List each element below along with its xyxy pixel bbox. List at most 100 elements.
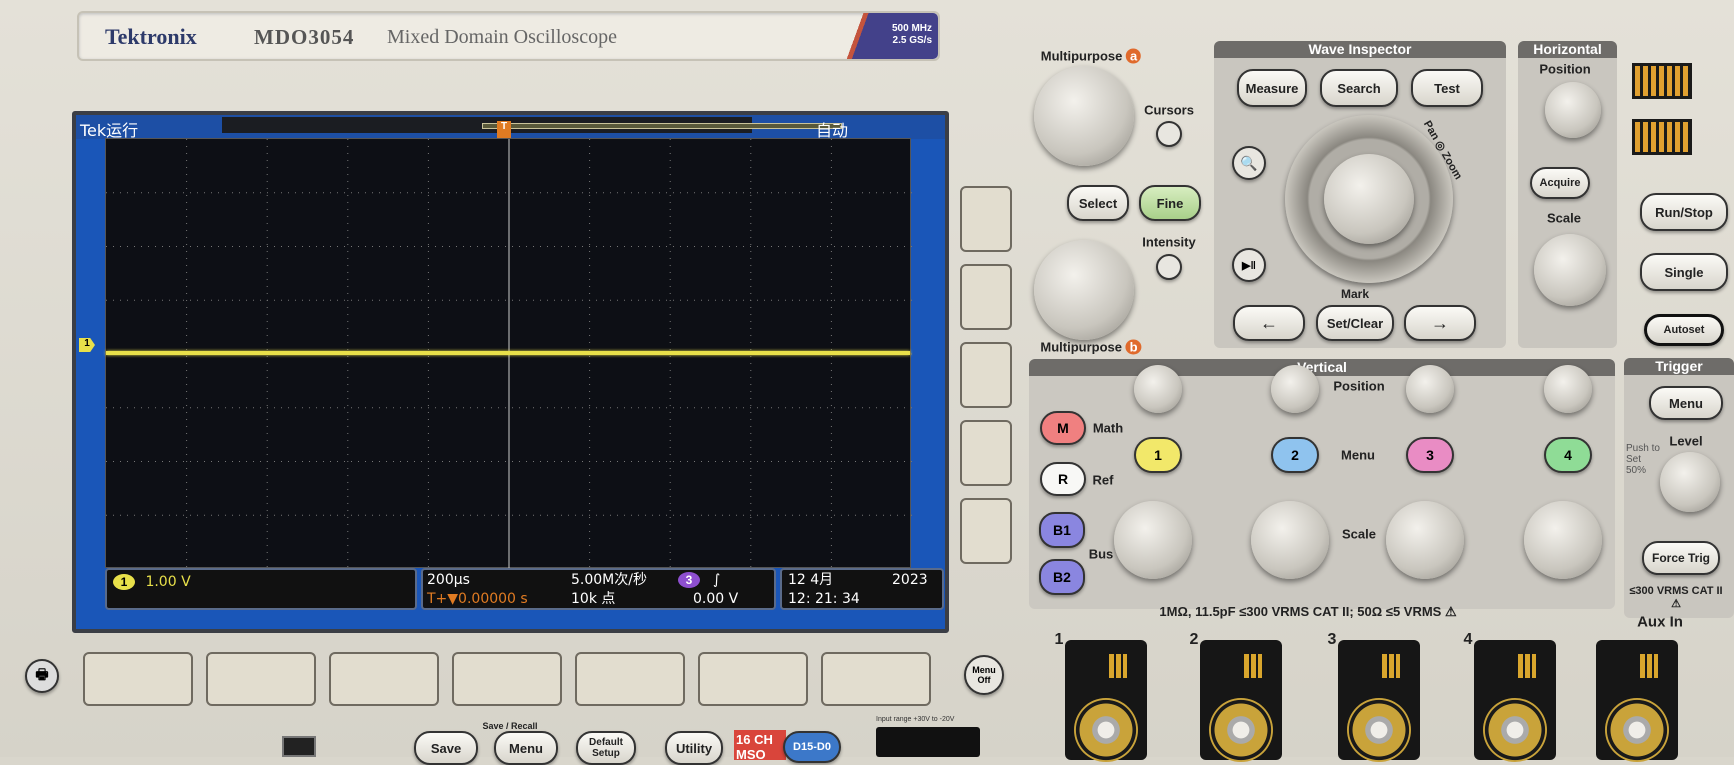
digital-channels-button[interactable]: D15-D0 — [783, 731, 841, 763]
channel-4-scale-knob[interactable] — [1524, 501, 1602, 579]
run-stop-button[interactable]: Run/Stop — [1640, 193, 1728, 231]
channel-1-readout: 1 1.00 V — [105, 568, 417, 610]
save-recall-menu-button[interactable]: Menu — [494, 731, 558, 765]
play-pause-icon[interactable]: ▶‖ — [1232, 248, 1266, 282]
multipurpose-a-knob[interactable] — [1034, 66, 1134, 166]
channel-2-position-knob[interactable] — [1271, 365, 1319, 413]
multipurpose-a-label: Multipurpose a — [1040, 48, 1142, 64]
next-mark-button[interactable]: → — [1404, 305, 1476, 341]
horizontal-position-knob[interactable] — [1545, 82, 1601, 138]
horizontal-scale-knob[interactable] — [1534, 234, 1606, 306]
bottom-menu-button[interactable] — [698, 652, 808, 706]
default-setup-button[interactable]: Default Setup — [576, 731, 636, 765]
trigger-menu-button[interactable]: Menu — [1649, 386, 1723, 420]
record-length: 10k 点 — [571, 591, 616, 607]
vertical-panel: Vertical — [1029, 359, 1615, 609]
channel-4-bnc-connector[interactable] — [1474, 640, 1556, 762]
aux-in-bnc-connector[interactable] — [1596, 640, 1678, 762]
utility-button[interactable]: Utility — [665, 731, 723, 765]
channel-1-scale-knob[interactable] — [1114, 501, 1192, 579]
side-menu-button[interactable] — [960, 420, 1012, 486]
measure-button[interactable]: Measure — [1237, 69, 1307, 107]
bottom-menu-button[interactable] — [83, 652, 193, 706]
autoset-button[interactable]: Autoset — [1644, 314, 1724, 346]
channel-1-badge: 1 — [113, 574, 135, 590]
sample-rate: 5.00M次/秒 — [571, 572, 647, 588]
bottom-menu-button[interactable] — [206, 652, 316, 706]
vertical-menu-label: Menu — [1341, 447, 1375, 463]
multipurpose-a-badge: a — [1126, 48, 1142, 64]
horizontal-title: Horizontal — [1518, 41, 1617, 58]
channel-1-ground-marker: 1 — [79, 338, 95, 352]
multipurpose-b-label: Multipurpose b — [1040, 339, 1142, 355]
intensity-button[interactable] — [1156, 254, 1182, 280]
date-time-readout: 12 4月 2023 12: 21: 34 — [780, 568, 944, 610]
trigger-source-badge: 3 — [678, 572, 700, 588]
horizontal-position-label: Position — [1539, 61, 1591, 77]
menu-off-button[interactable]: Menu Off — [964, 655, 1004, 695]
channel-4-position-knob[interactable] — [1544, 365, 1592, 413]
ref-button[interactable]: R — [1040, 462, 1086, 496]
model-description: Mixed Domain Oscilloscope — [387, 26, 617, 48]
math-button[interactable]: M — [1040, 411, 1086, 445]
bnc-ring — [1074, 698, 1138, 762]
acquire-button[interactable]: Acquire — [1530, 167, 1590, 199]
channel-3-position-knob[interactable] — [1406, 365, 1454, 413]
search-button[interactable]: Search — [1320, 69, 1398, 107]
side-menu-button[interactable] — [960, 186, 1012, 252]
channel-1-trace — [106, 351, 910, 355]
bnc-ring — [1347, 698, 1411, 762]
probe-interface-pins — [1640, 654, 1658, 678]
cursors-button[interactable] — [1156, 121, 1182, 147]
digital-probe-connector — [876, 727, 980, 757]
vertical-position-label: Position — [1333, 378, 1385, 394]
multipurpose-b-knob[interactable] — [1034, 240, 1134, 340]
channel-2-scale-knob[interactable] — [1251, 501, 1329, 579]
side-menu-button[interactable] — [960, 342, 1012, 408]
channel-2-bnc-connector[interactable] — [1200, 640, 1282, 762]
display-screen: Tek运行 自动 T 1 1 1.00 V 200µs 5.00M次/秒 3 ∫… — [72, 111, 949, 633]
channel-2-button[interactable]: 2 — [1271, 437, 1319, 473]
select-button[interactable]: Select — [1067, 185, 1129, 221]
channel-3-scale-knob[interactable] — [1386, 501, 1464, 579]
single-button[interactable]: Single — [1640, 253, 1728, 291]
save-button[interactable]: Save — [414, 731, 478, 765]
zoom-magnifier-icon[interactable]: 🔍 — [1232, 146, 1266, 180]
fine-button[interactable]: Fine — [1139, 185, 1201, 221]
channel-3-bnc-connector[interactable] — [1338, 640, 1420, 762]
channel-1-position-knob[interactable] — [1134, 365, 1182, 413]
zoom-inner-knob[interactable] — [1324, 154, 1414, 244]
multipurpose-a-text: Multipurpose — [1040, 48, 1123, 64]
date: 12 4月 — [788, 572, 834, 588]
channel-3-button[interactable]: 3 — [1406, 437, 1454, 473]
side-menu-button[interactable] — [960, 264, 1012, 330]
test-button[interactable]: Test — [1411, 69, 1483, 107]
channel-4-connector-label: 4 — [1463, 631, 1473, 648]
memory-slot-connector — [1632, 63, 1692, 99]
bus-b2-button[interactable]: B2 — [1039, 559, 1085, 595]
channel-4-button[interactable]: 4 — [1544, 437, 1592, 473]
bottom-menu-button[interactable] — [821, 652, 931, 706]
horizontal-scale-label: Scale — [1547, 210, 1581, 226]
force-trig-button[interactable]: Force Trig — [1642, 541, 1720, 575]
bottom-menu-button[interactable] — [329, 652, 439, 706]
print-icon[interactable]: 🖶 — [25, 659, 59, 693]
input-spec-label: 1MΩ, 11.5pF ≤300 VRMS CAT II; 50Ω ≤5 VRM… — [1159, 604, 1457, 619]
bus-b1-button[interactable]: B1 — [1039, 512, 1085, 548]
channel-1-bnc-connector[interactable] — [1065, 640, 1147, 762]
bottom-menu-button[interactable] — [575, 652, 685, 706]
trigger-level-knob[interactable] — [1660, 452, 1720, 512]
set-clear-mark-button[interactable]: Set/Clear — [1316, 305, 1394, 341]
math-label: Math — [1092, 420, 1124, 436]
bnc-ring — [1483, 698, 1547, 762]
oscilloscope-front-panel: Tektronix MDO3054 Mixed Domain Oscillosc… — [0, 0, 1734, 765]
push-to-set-label: Push to Set 50% — [1626, 443, 1660, 476]
input-range-label: Input range +30V to -20V — [876, 716, 955, 723]
trigger-slope-icon: ∫ — [713, 572, 721, 588]
side-menu-button[interactable] — [960, 498, 1012, 564]
sample-rate-label: 2.5 GS/s — [892, 35, 932, 46]
bottom-menu-button[interactable] — [452, 652, 562, 706]
time: 12: 21: 34 — [788, 591, 860, 607]
previous-mark-button[interactable]: ← — [1233, 305, 1305, 341]
channel-1-button[interactable]: 1 — [1134, 437, 1182, 473]
